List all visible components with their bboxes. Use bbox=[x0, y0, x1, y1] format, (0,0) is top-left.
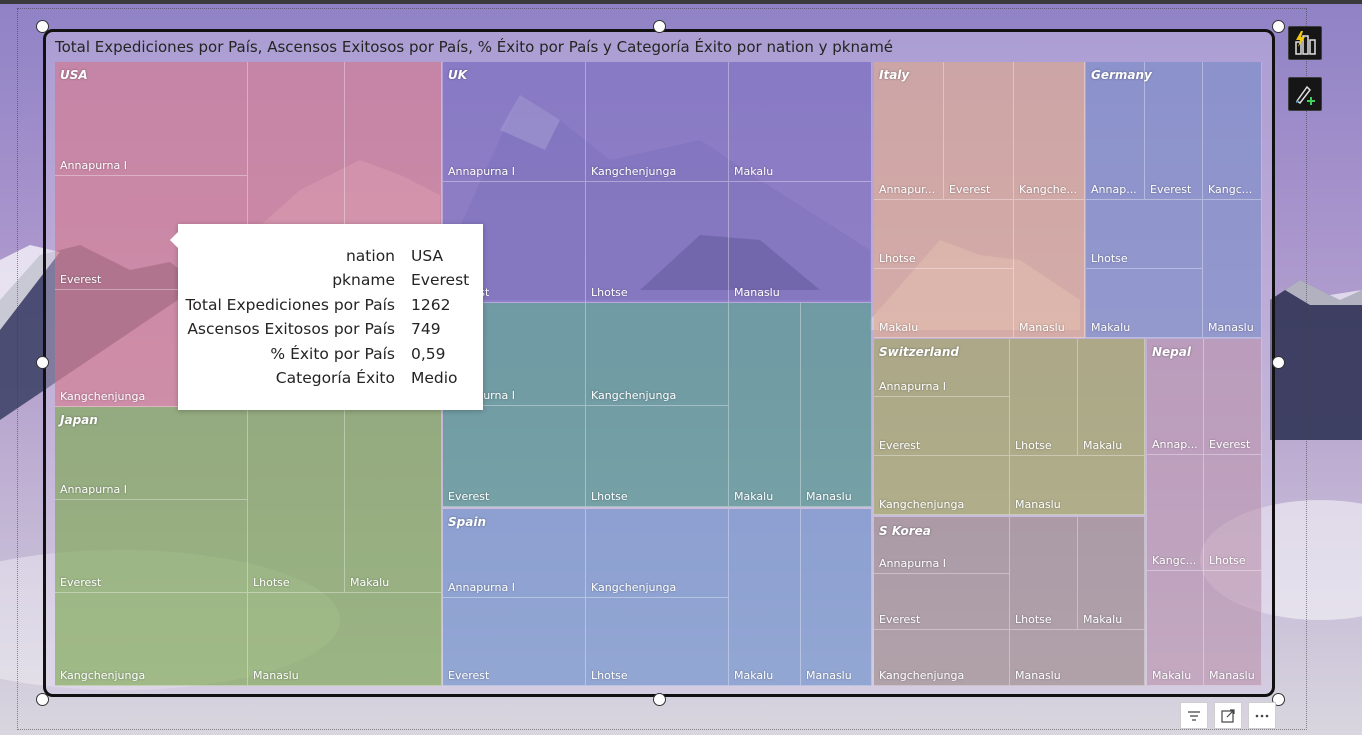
treemap-cell-italy-everest[interactable]: Everest bbox=[944, 62, 1014, 200]
quick-insights-icon bbox=[1295, 31, 1316, 55]
tooltip-row-pkname: pkname Everest bbox=[178, 271, 483, 295]
tooltip-row-ascensos-exitosos: Ascensos Exitosos por País 749 bbox=[178, 320, 483, 344]
treemap-cell-switzerland-everest[interactable]: Everest bbox=[874, 397, 1010, 456]
treemap-cell-germany-everest[interactable]: Everest bbox=[1145, 62, 1203, 200]
treemap-cell-usa-5[interactable] bbox=[345, 62, 442, 234]
treemap-cell-skorea-everest[interactable]: Everest bbox=[874, 574, 1010, 630]
more-options-icon bbox=[1255, 714, 1269, 717]
treemap-cell-skorea-makalu[interactable]: Makalu bbox=[1078, 517, 1145, 630]
group-label-japan: Japan bbox=[60, 413, 98, 427]
group-label-germany: Germany bbox=[1091, 68, 1152, 82]
treemap-cell-germany-makalu[interactable]: Makalu bbox=[1086, 269, 1203, 338]
treemap-cell-japan-kangchenjunga[interactable]: Kangchenjunga bbox=[55, 593, 248, 686]
treemap-cell-skorea-kangchenjunga[interactable]: Kangchenjunga bbox=[874, 630, 1010, 686]
treemap-cell-skorea-lhotse[interactable]: Lhotse bbox=[1010, 517, 1078, 630]
tooltip-row-nation: nation USA bbox=[178, 247, 483, 271]
tooltip-key: Total Expediciones por País bbox=[185, 296, 395, 314]
treemap-cell-uk-manaslu[interactable]: Manaslu bbox=[729, 182, 872, 303]
more-options-button[interactable] bbox=[1248, 702, 1276, 729]
tooltip-value: Medio bbox=[411, 369, 458, 387]
visual-title: Total Expediciones por País, Ascensos Ex… bbox=[55, 38, 894, 56]
resize-handle-bottom-left[interactable] bbox=[36, 693, 49, 706]
format-brush-icon bbox=[1295, 85, 1315, 105]
resize-handle-right[interactable] bbox=[1272, 356, 1285, 369]
focus-mode-button[interactable] bbox=[1214, 702, 1242, 729]
treemap-cell-switzerland-lhotse[interactable]: Lhotse bbox=[1010, 339, 1078, 456]
group-label-uk: UK bbox=[448, 68, 468, 82]
resize-handle-top-right[interactable] bbox=[1272, 20, 1285, 33]
treemap-cell-italy-lhotse[interactable]: Lhotse bbox=[874, 200, 1014, 269]
tooltip-key: % Éxito por País bbox=[270, 345, 395, 363]
treemap-cell-switzerland-kangchenjunga[interactable]: Kangchenjunga bbox=[874, 456, 1010, 515]
treemap-cell-nepal-kangchenjunga[interactable]: Kangc... bbox=[1147, 455, 1204, 571]
treemap-cell-spain-manaslu[interactable]: Manaslu bbox=[801, 509, 872, 686]
treemap-cell-france-everest[interactable]: Everest bbox=[443, 406, 586, 507]
resize-handle-bottom[interactable] bbox=[653, 693, 666, 706]
treemap-cell-uk-kangchenjunga[interactable]: Kangchenjunga bbox=[586, 62, 729, 182]
treemap-cell-italy-annapurna[interactable]: Annapur... bbox=[874, 62, 944, 200]
treemap-cell-nepal-manaslu[interactable]: Manaslu bbox=[1204, 571, 1262, 686]
treemap-cell-italy-manaslu[interactable]: Manaslu bbox=[1014, 200, 1085, 338]
treemap-cell-france-kangchenjunga[interactable]: Kangchenjunga bbox=[586, 303, 729, 406]
tooltip-key: Categoría Éxito bbox=[275, 369, 395, 387]
tooltip-value: Everest bbox=[411, 271, 470, 289]
treemap-cell-germany-manaslu[interactable]: Manaslu bbox=[1203, 200, 1262, 338]
filter-button[interactable] bbox=[1180, 702, 1208, 729]
treemap-cell-uk-lhotse[interactable]: Lhotse bbox=[586, 182, 729, 303]
treemap-cell-skorea-manaslu[interactable]: Manaslu bbox=[1010, 630, 1145, 686]
format-brush-button[interactable] bbox=[1288, 77, 1322, 111]
treemap-cell-switzerland-makalu[interactable]: Makalu bbox=[1078, 339, 1145, 456]
group-label-skorea: S Korea bbox=[879, 524, 931, 538]
treemap-cell-nepal-everest[interactable]: Everest bbox=[1204, 339, 1262, 455]
treemap-cell-france-makalu[interactable]: Makalu bbox=[729, 303, 801, 507]
group-label-italy: Italy bbox=[879, 68, 910, 82]
treemap-cell-spain-makalu[interactable]: Makalu bbox=[729, 509, 801, 686]
treemap-cell-germany-kangchenjunga[interactable]: Kangc... bbox=[1203, 62, 1262, 200]
resize-handle-top-left[interactable] bbox=[36, 20, 49, 33]
resize-handle-top[interactable] bbox=[653, 20, 666, 33]
treemap-cell-italy-makalu[interactable]: Makalu bbox=[874, 269, 1014, 338]
tooltip-value: 0,59 bbox=[411, 345, 446, 363]
resize-handle-left[interactable] bbox=[36, 356, 49, 369]
treemap-cell-germany-annapurna[interactable]: Annap... bbox=[1086, 62, 1145, 200]
treemap-cell-nepal-lhotse[interactable]: Lhotse bbox=[1204, 455, 1262, 571]
treemap-cell-nepal-makalu[interactable]: Makalu bbox=[1147, 571, 1204, 686]
tooltip-row-categoria: Categoría Éxito Medio bbox=[178, 369, 483, 393]
tooltip-key: pkname bbox=[332, 271, 395, 289]
treemap-cell-spain-everest[interactable]: Everest bbox=[443, 598, 586, 686]
tooltip-value: 1262 bbox=[411, 296, 451, 314]
treemap-tooltip: nation USA pkname Everest Total Expedici… bbox=[170, 224, 483, 410]
treemap-cell-spain-lhotse[interactable]: Lhotse bbox=[586, 598, 729, 686]
treemap-cell-switzerland-manaslu[interactable]: Manaslu bbox=[1010, 456, 1145, 515]
group-label-nepal: Nepal bbox=[1152, 345, 1191, 359]
tooltip-key: Ascensos Exitosos por País bbox=[187, 320, 395, 338]
tooltip-value: USA bbox=[411, 247, 444, 265]
quick-insights-button[interactable] bbox=[1288, 26, 1322, 60]
tooltip-row-exito: % Éxito por País 0,59 bbox=[178, 345, 483, 369]
focus-mode-icon bbox=[1221, 708, 1235, 723]
treemap-cell-uk-makalu[interactable]: Makalu bbox=[729, 62, 872, 182]
treemap-cell-japan-makalu[interactable]: Makalu bbox=[345, 407, 442, 593]
treemap-cell-germany-lhotse[interactable]: Lhotse bbox=[1086, 200, 1203, 269]
treemap-cell-france-manaslu[interactable]: Manaslu bbox=[801, 303, 872, 507]
treemap-cell-italy-kangchenjunga[interactable]: Kangche... bbox=[1014, 62, 1085, 200]
group-label-switzerland: Switzerland bbox=[879, 345, 959, 359]
treemap-cell-france-lhotse[interactable]: Lhotse bbox=[586, 406, 729, 507]
group-label-usa: USA bbox=[60, 68, 88, 82]
filter-icon bbox=[1188, 710, 1200, 721]
treemap-cell-japan-lhotse[interactable]: Lhotse bbox=[248, 407, 345, 593]
tooltip-value: 749 bbox=[411, 320, 441, 338]
treemap-cell-spain-kangchenjunga[interactable]: Kangchenjunga bbox=[586, 509, 729, 598]
tooltip-row-total-expediciones: Total Expediciones por País 1262 bbox=[178, 296, 483, 320]
group-label-spain: Spain bbox=[448, 515, 486, 529]
tooltip-key: nation bbox=[345, 247, 395, 265]
treemap-cell-japan-manaslu[interactable]: Manaslu bbox=[248, 593, 442, 686]
treemap-cell-usa-4[interactable] bbox=[248, 62, 345, 234]
treemap-cell-japan-everest[interactable]: Everest bbox=[55, 500, 248, 593]
